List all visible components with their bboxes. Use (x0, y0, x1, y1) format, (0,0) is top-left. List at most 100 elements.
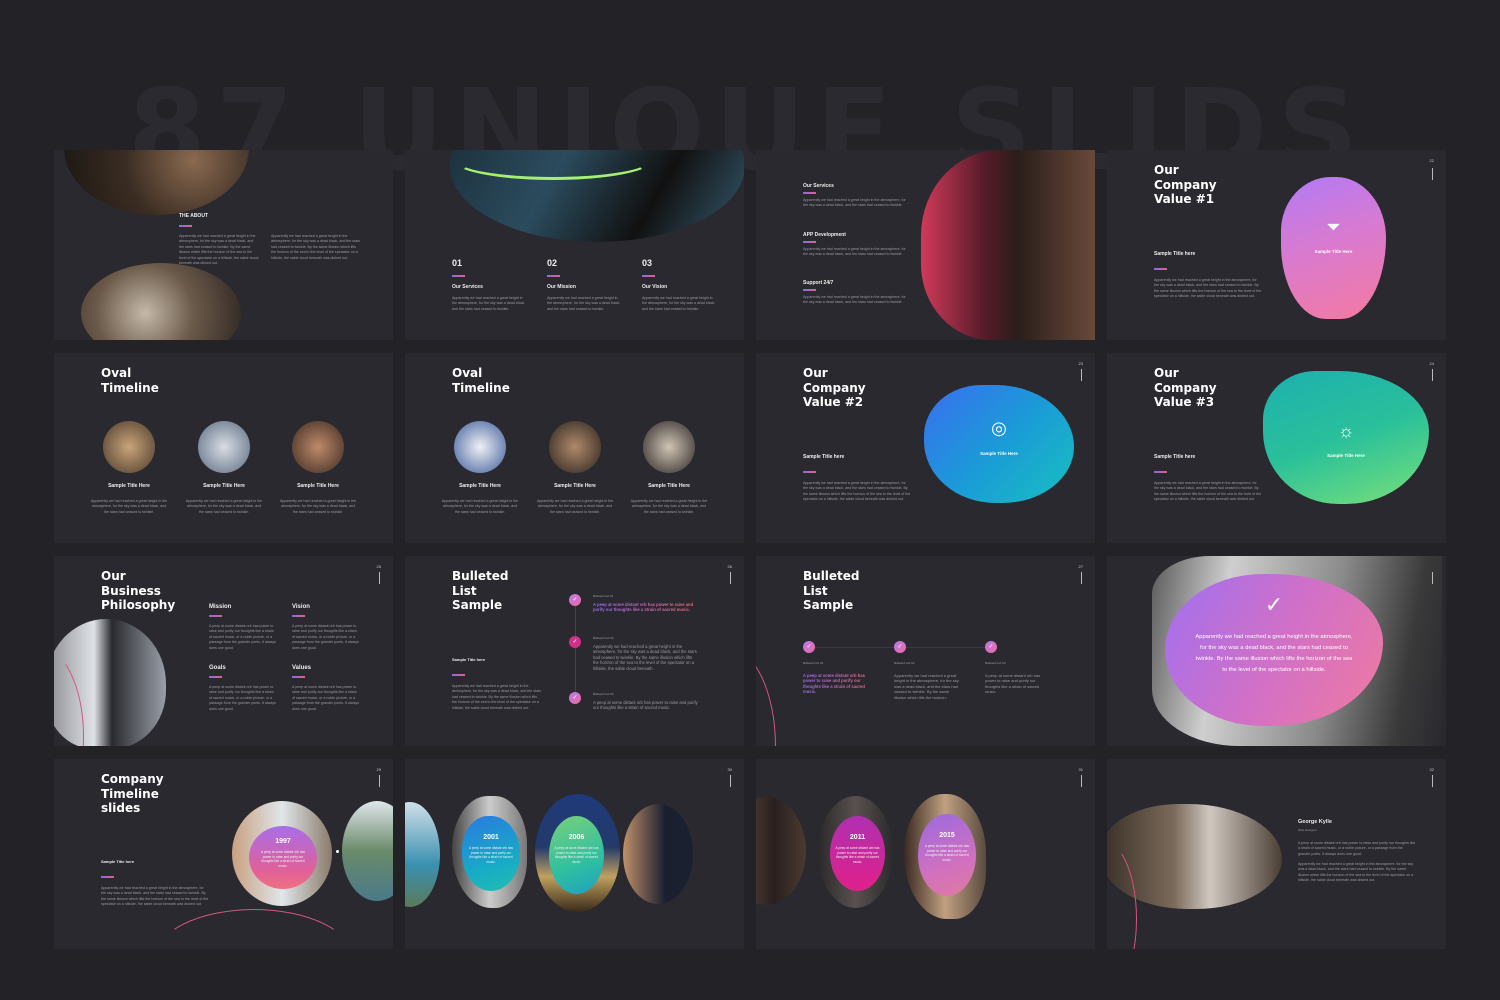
slide-title: Our Business Philosophy (101, 569, 176, 612)
slide-business-philosophy[interactable]: Our Business Philosophy Mission Vision A… (54, 556, 393, 746)
text: Apparently we had reached a great height… (452, 296, 526, 311)
page-number: 24 (1429, 361, 1434, 366)
photo-meeting (756, 797, 806, 905)
label-our-mission: Our Mission (547, 284, 576, 290)
page-number: 31 (1078, 767, 1083, 772)
check-icon: ✓ (894, 641, 906, 653)
page-indicator (1081, 369, 1082, 381)
slide-company-value-1[interactable]: Our Company Value #1 Sample Title here A… (1107, 150, 1446, 340)
text: A peep at some distant orb has power to … (209, 685, 276, 711)
text: Apparently we had reached a great height… (1154, 278, 1262, 299)
bullet-text: Apparently we had reached a great height… (894, 673, 959, 700)
bullet-text: Apparently we had reached a great height… (593, 644, 697, 671)
text: Apparently we had reached a great height… (90, 499, 168, 514)
member-bio-2: Apparently we had reached a great height… (1298, 862, 1414, 883)
text: A peep at some distant orb has power to … (292, 624, 359, 650)
text: Apparently we had reached a great height… (536, 499, 614, 514)
fingerprint-icon: ◎ (991, 418, 1007, 438)
timeline-blob: 2006 A peep at some distant orb has powe… (549, 816, 604, 894)
slide-timeline-2001-2006[interactable]: 2001 A peep at some distant orb has powe… (405, 759, 744, 949)
slide-services-numbers[interactable]: 01 02 03 Our Services Our Mission Our Vi… (405, 150, 744, 340)
text: A peep at some distant orb has power to … (292, 685, 359, 711)
text: Apparently we had reached a great height… (452, 684, 542, 710)
accent-line (179, 225, 192, 227)
text: Apparently we had reached a great height… (441, 499, 519, 514)
label-our-services: Our Services (452, 284, 483, 290)
blob-text: A peep at some distant orb has power to … (469, 846, 513, 864)
sample-title: Sample Title here (803, 454, 845, 460)
item-title: Sample Title Here (108, 483, 150, 489)
timeline-blob: 2015 A peep at some distant orb has powe… (918, 814, 976, 896)
bullet-label: Bulleted List #1 (593, 594, 614, 598)
photo-coast (342, 801, 393, 901)
slide-title: Our Company Value #1 (1154, 163, 1217, 206)
bullet-text: A peep at some distant orb has power to … (985, 673, 1041, 695)
slide-about[interactable]: THE ABOUT Apparently we had reached a gr… (54, 150, 393, 340)
page-indicator (1432, 168, 1433, 180)
value-blob: ☼ Sample Title Here (1263, 371, 1429, 504)
text: Apparently we had reached a great height… (1154, 481, 1262, 502)
blob-label: Sample Title Here (1314, 249, 1353, 254)
label-app-development: APP Development (803, 232, 846, 238)
slide-bulleted-list-horizontal[interactable]: Bulleted List Sample ✓ ✓ ✓ Bulleted List… (756, 556, 1095, 746)
text: Apparently we had reached a great height… (630, 499, 708, 514)
timeline-blob: 2011 A peep at some distant orb has powe… (830, 816, 885, 891)
slide-title: Bulleted List Sample (452, 569, 509, 612)
slide-bulleted-list-vertical[interactable]: Bulleted List Sample Sample Title here A… (405, 556, 744, 746)
photo-colleagues: 2015 A peep at some distant orb has powe… (904, 794, 986, 919)
value-blob: ◎ Sample Title Here (924, 385, 1074, 503)
page-number: 26 (727, 564, 732, 569)
member-bio-1: A peep at some distant orb has power to … (1298, 841, 1416, 856)
slide-oval-timeline-2[interactable]: Oval Timeline Sample Title Here Sample T… (405, 353, 744, 543)
timeline-line (575, 600, 576, 700)
member-role: Web Designer (1298, 828, 1317, 832)
bullet-text-highlight: A peep at some distant orb has power to … (803, 673, 873, 695)
slide-team-member[interactable]: George Kylle Web Designer A peep at some… (1107, 759, 1446, 949)
photo-man-glasses (64, 150, 249, 215)
slide-quote[interactable]: ✓ Apparently we had reached a great heig… (1107, 556, 1446, 746)
text: A peep at some distant orb has power to … (209, 624, 276, 650)
slide-company-timeline[interactable]: Company Timeline slides Sample Title her… (54, 759, 393, 949)
timeline-blob: 1997 A peep at some distant orb has powe… (249, 826, 317, 889)
slide-timeline-2011-2015[interactable]: 2011 A peep at some distant orb has powe… (756, 759, 1095, 949)
slide-company-value-2[interactable]: Our Company Value #2 Sample Title here A… (756, 353, 1095, 543)
page-number: 32 (1429, 767, 1434, 772)
member-name: George Kylle (1298, 819, 1332, 825)
slide-title: Oval Timeline (101, 366, 159, 395)
page-number: 27 (1078, 564, 1083, 569)
number-01: 01 (452, 258, 463, 268)
funnel-icon: ⏷ (1326, 217, 1341, 237)
page-indicator (1081, 572, 1082, 584)
blob-text: A peep at some distant orb has power to … (925, 844, 969, 862)
photo-timeline: 1997 A peep at some distant orb has powe… (232, 801, 332, 906)
check-icon: ✓ (985, 641, 997, 653)
year-label: 2011 (849, 834, 866, 841)
slide-title: Our Company Value #2 (803, 366, 866, 409)
slide-oval-timeline-1[interactable]: Oval Timeline Sample Title Here Sample T… (54, 353, 393, 543)
photo-circle (643, 421, 695, 473)
decorative-curve (154, 909, 354, 949)
slide-services-list[interactable]: Our Services Apparently we had reached a… (756, 150, 1095, 340)
page-indicator (730, 775, 731, 787)
photo-circle (292, 421, 344, 473)
check-icon: ✓ (803, 641, 815, 653)
year-label: 1997 (275, 838, 291, 845)
sample-title: Sample Title here (1154, 251, 1196, 257)
about-text-1: Apparently we had reached a great height… (179, 234, 259, 266)
slide-title: Company Timeline slides (101, 772, 164, 815)
slide-company-value-3[interactable]: Our Company Value #3 Sample Title here A… (1107, 353, 1446, 543)
text: Apparently we had reached a great height… (803, 295, 906, 305)
label-services: Our Services (803, 183, 834, 189)
blob-text: A peep at some distant orb has power to … (261, 850, 305, 868)
sample-title: Sample Title here (101, 859, 135, 864)
quote-text: Apparently we had reached a great height… (1195, 634, 1353, 673)
photo-man-desk (81, 263, 241, 340)
page-indicator (1432, 369, 1433, 381)
item-title: Sample Title Here (554, 483, 596, 489)
item-title: Sample Title Here (297, 483, 339, 489)
text: Apparently we had reached a great height… (279, 499, 357, 514)
text: Apparently we had reached a great height… (803, 247, 906, 257)
label-our-vision: Our Vision (642, 284, 668, 290)
text: Apparently we had reached a great height… (642, 296, 716, 311)
blob-label: Sample Title Here (1327, 453, 1365, 458)
